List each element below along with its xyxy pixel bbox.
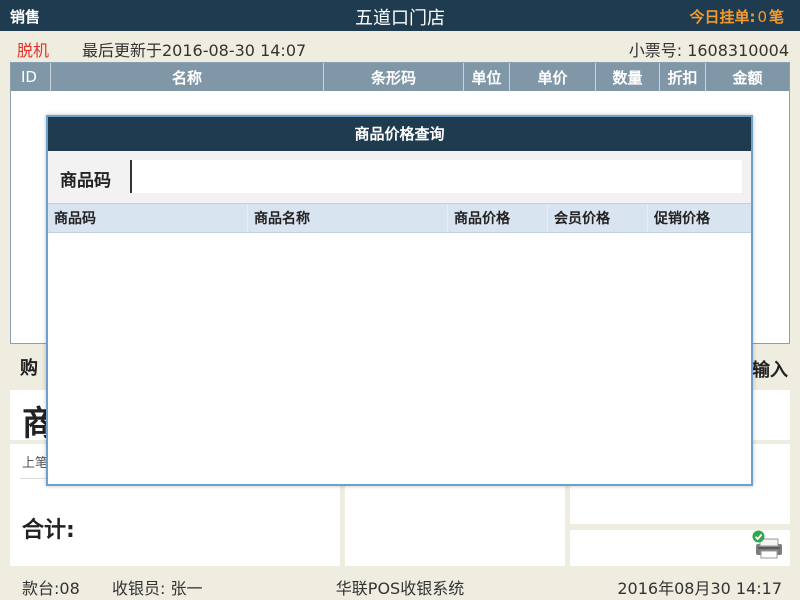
search-label: 商品码	[60, 171, 111, 191]
result-column-name: 商品名称	[248, 204, 448, 232]
column-discount: 折扣	[660, 63, 706, 91]
last-updated: 最后更新于2016-08-30 14:07	[82, 41, 307, 60]
current-datetime: 2016年08月30 14:17	[617, 579, 782, 598]
result-column-promo-price: 促销价格	[654, 211, 710, 227]
price-query-dialog[interactable]: 商品价格查询 商品码 商品码 商品名称 商品价格 会员价格 促销价格	[46, 115, 753, 486]
status-bar: 脱机 最后更新于2016-08-30 14:07 小票号: 1608310004	[0, 31, 800, 61]
column-unit-price: 单价	[510, 63, 596, 91]
top-bar: 销售 五道口门店 今日挂单: 0 笔	[0, 0, 800, 31]
column-name: 名称	[51, 63, 324, 91]
grid-header: ID 名称 条形码 单位 单价 数量 折扣 金额	[11, 63, 789, 91]
column-unit: 单位	[464, 63, 510, 91]
footer-bar: 款台:08 收银员: 张一 华联POS收银系统 2016年08月30 14:17	[0, 570, 800, 600]
result-table-body[interactable]	[48, 233, 751, 483]
result-table-header: 商品码 商品名称 商品价格 会员价格 促销价格	[48, 203, 751, 233]
column-quantity: 数量	[596, 63, 660, 91]
previous-sale-label: 上笔	[22, 456, 49, 471]
held-unit: 笔	[768, 8, 784, 26]
column-amount: 金额	[732, 68, 763, 87]
input-label: 输入	[752, 360, 788, 381]
dialog-title: 商品价格查询	[48, 117, 751, 151]
held-count: 0	[757, 8, 767, 26]
result-column-member-price: 会员价格	[548, 204, 648, 232]
ticket-number: 小票号: 1608310004	[628, 41, 789, 60]
held-label: 今日挂单:	[689, 8, 756, 26]
column-barcode: 条形码	[324, 63, 464, 91]
offline-status: 脱机	[17, 41, 50, 60]
total-label: 合计:	[22, 518, 75, 543]
printer-icon[interactable]	[752, 530, 786, 560]
product-code-input[interactable]	[130, 160, 742, 193]
result-column-code: 商品码	[48, 204, 248, 232]
cart-label: 购	[20, 358, 38, 379]
held-orders[interactable]: 今日挂单: 0 笔	[689, 6, 784, 27]
result-column-price: 商品价格	[448, 204, 548, 232]
check-icon	[752, 528, 765, 547]
column-id: ID	[11, 63, 51, 91]
store-name: 五道口门店	[355, 8, 445, 29]
search-row: 商品码	[48, 151, 751, 203]
